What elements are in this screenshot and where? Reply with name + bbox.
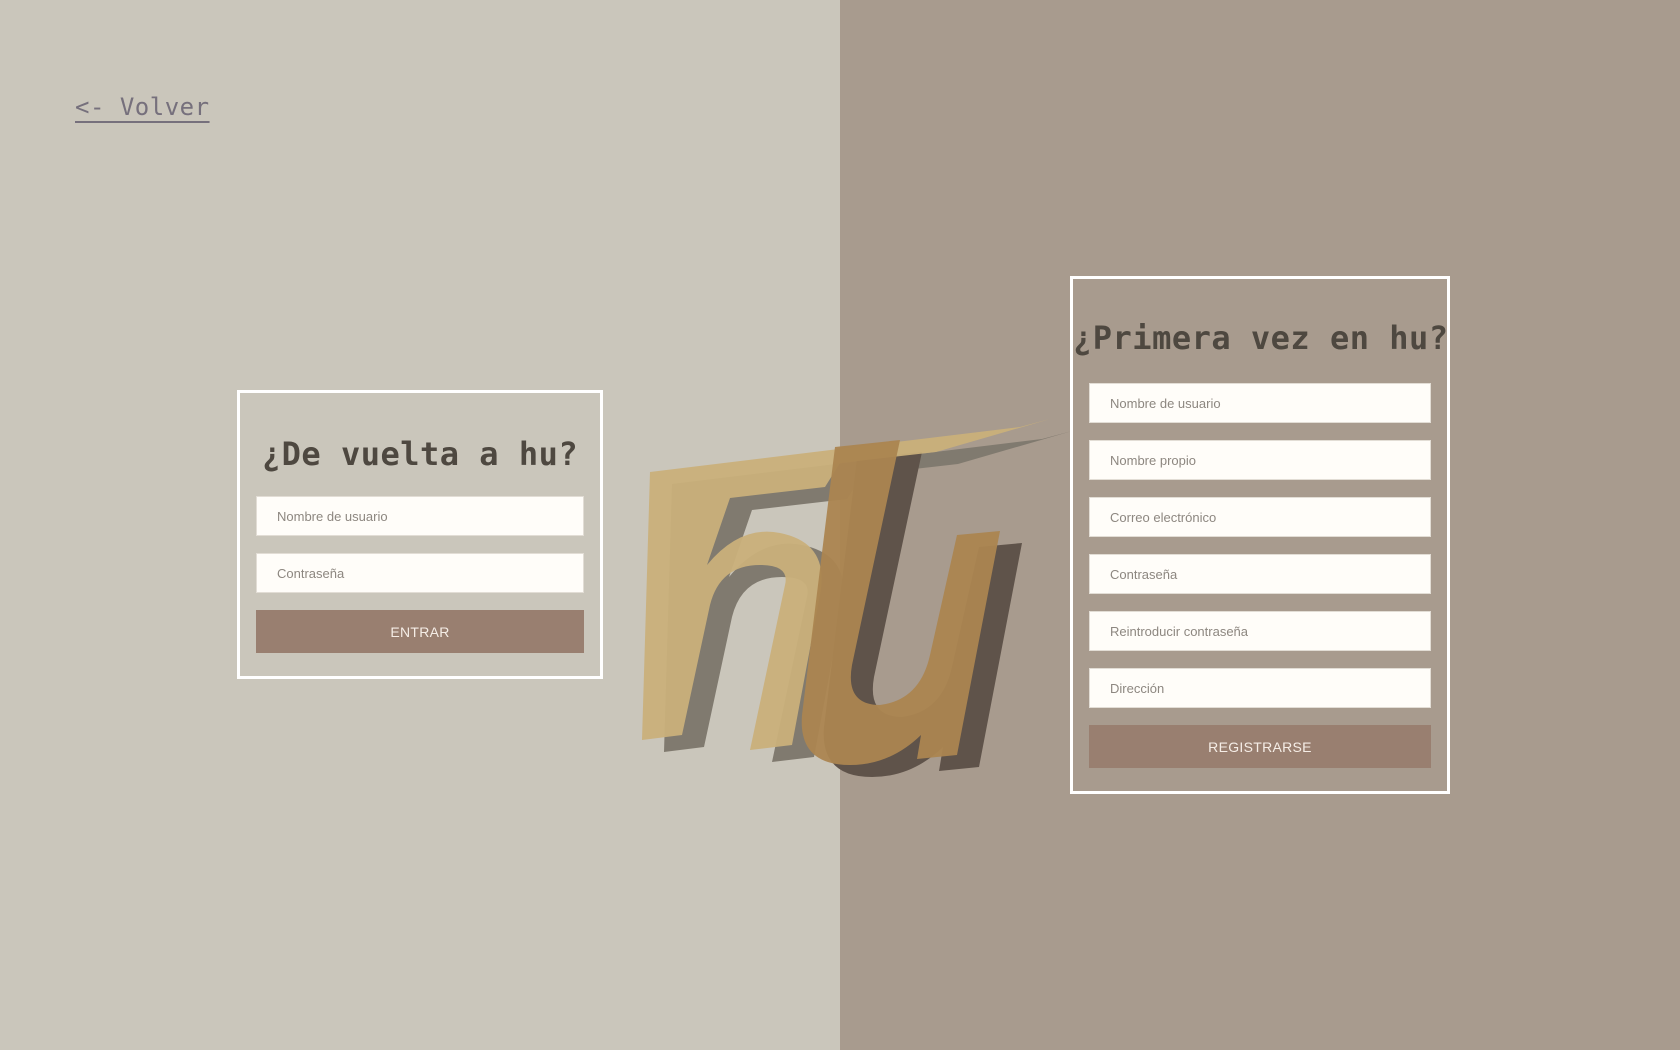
login-form: ¿De vuelta a hu? ENTRAR	[237, 390, 603, 679]
register-submit-button[interactable]: REGISTRARSE	[1089, 725, 1431, 768]
register-password-confirm-input[interactable]	[1089, 611, 1431, 651]
login-password-input[interactable]	[256, 553, 584, 593]
back-link[interactable]: <- Volver	[75, 93, 210, 121]
login-title: ¿De vuelta a hu?	[261, 435, 579, 473]
register-address-input[interactable]	[1089, 668, 1431, 708]
register-form: ¿Primera vez en hu? REGISTRARSE	[1070, 276, 1450, 794]
register-email-input[interactable]	[1089, 497, 1431, 537]
login-username-input[interactable]	[256, 496, 584, 536]
register-title: ¿Primera vez en hu?	[1073, 319, 1449, 357]
register-username-input[interactable]	[1089, 383, 1431, 423]
login-submit-button[interactable]: ENTRAR	[256, 610, 584, 653]
register-password-input[interactable]	[1089, 554, 1431, 594]
register-name-input[interactable]	[1089, 440, 1431, 480]
page: <- Volver ¿De vuelta a hu? ENTRAR ¿Prime…	[0, 0, 1680, 1050]
